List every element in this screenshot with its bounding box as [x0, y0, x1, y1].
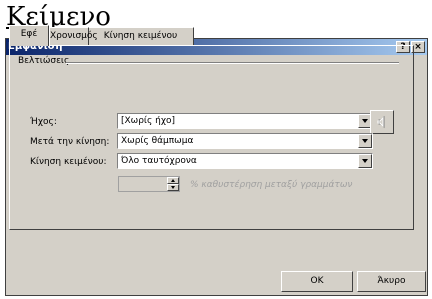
- cancel-button[interactable]: Άκυρο: [357, 271, 426, 292]
- sound-select[interactable]: [Χωρίς ήχο]: [117, 113, 373, 129]
- tab-timing[interactable]: Χρονισμός: [49, 27, 98, 45]
- delay-spinner[interactable]: [118, 176, 180, 192]
- after-animation-select[interactable]: Χωρίς θάμπωμα: [117, 133, 373, 149]
- sound-preview-button[interactable]: [370, 110, 394, 134]
- chevron-down-icon: [362, 159, 368, 163]
- ok-button[interactable]: OK: [281, 271, 353, 292]
- after-animation-value: Χωρίς θάμπωμα: [121, 136, 194, 146]
- tab-effects[interactable]: Εφέ: [9, 25, 49, 46]
- animate-text-dropdown-button[interactable]: [358, 154, 372, 168]
- delay-label: % καθυστέρηση μεταξύ γραμμάτων: [190, 180, 353, 190]
- chevron-down-icon: [362, 119, 368, 123]
- after-animation-label: Μετά την κίνηση:: [30, 137, 110, 147]
- group-divider: [66, 62, 399, 64]
- sound-value: [Χωρίς ήχο]: [121, 116, 176, 126]
- group-title: Βελτιώσεις: [18, 56, 70, 66]
- animate-text-value: Όλο ταυτόχρονα: [121, 156, 197, 166]
- animate-text-label: Κίνηση κειμένου:: [30, 157, 107, 167]
- arrow-up-icon: [171, 179, 175, 182]
- after-animation-dropdown-button[interactable]: [358, 134, 372, 148]
- arrow-down-icon: [171, 186, 175, 189]
- tab-text-animation[interactable]: Κίνηση κειμένου: [87, 27, 194, 45]
- chevron-down-icon: [362, 139, 368, 143]
- animate-text-select[interactable]: Όλο ταυτόχρονα: [117, 153, 373, 169]
- speaker-icon: [377, 115, 385, 129]
- sound-label: Ήχος:: [30, 117, 57, 127]
- spin-up-button[interactable]: [167, 177, 179, 184]
- spin-down-button[interactable]: [167, 184, 179, 191]
